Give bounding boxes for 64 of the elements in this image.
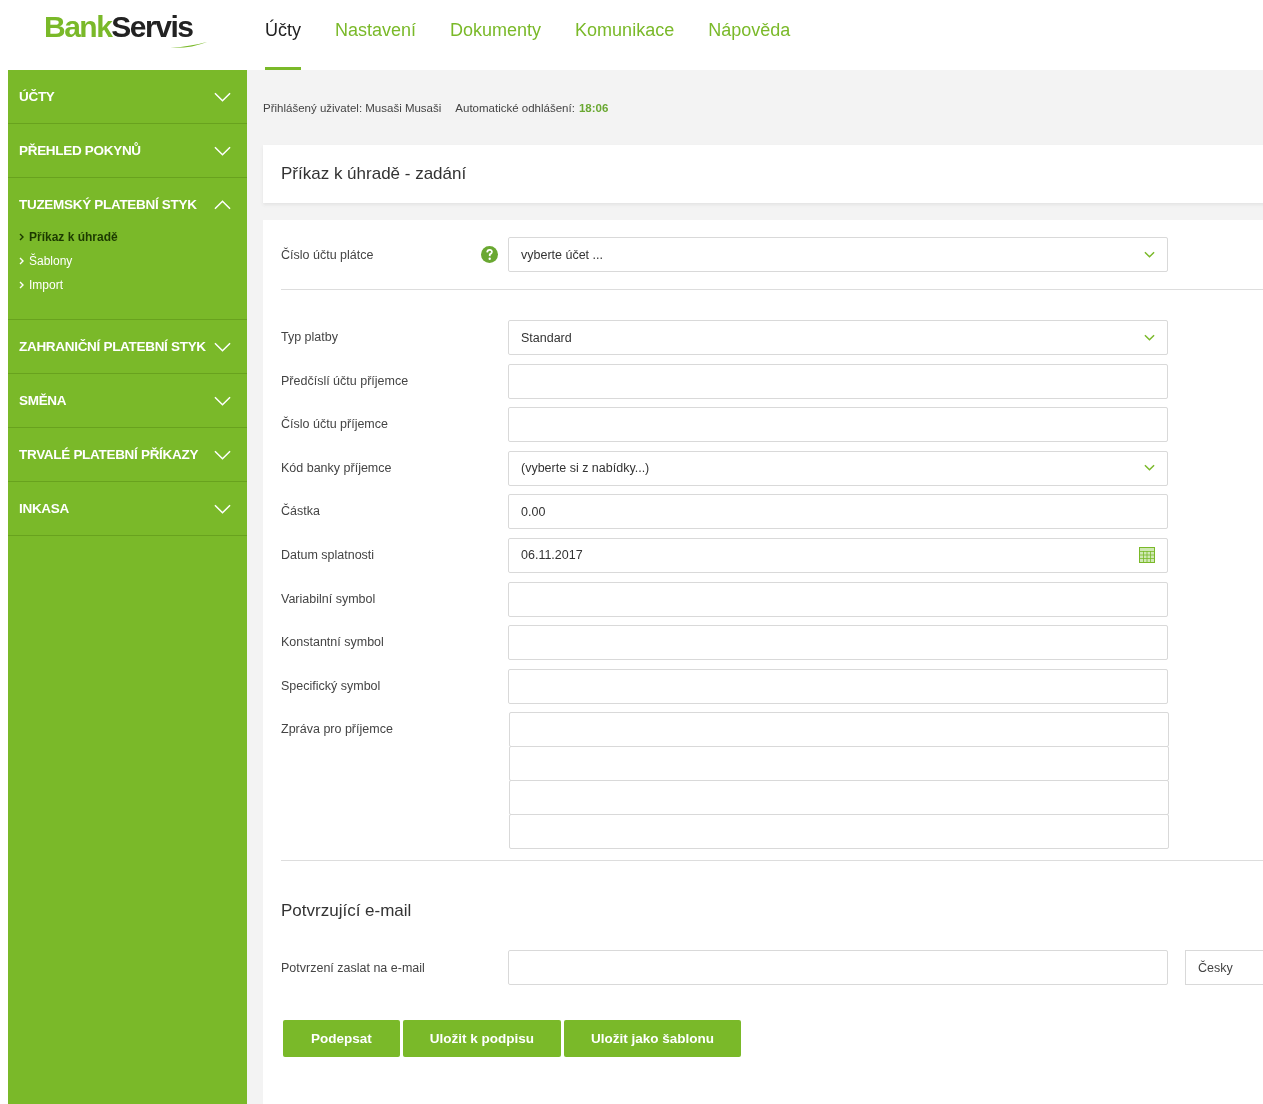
field-label: Typ platby [281, 329, 339, 346]
sidebar-item[interactable]: Šablony [19, 249, 247, 273]
calendar-icon[interactable] [1139, 547, 1155, 564]
sidebar-section[interactable]: PŘEHLED POKYNŮ [8, 124, 247, 177]
section-title: Potvrzující e-mail [281, 901, 413, 922]
text-field[interactable] [508, 363, 1168, 399]
chevron-icon[interactable] [214, 145, 231, 156]
text-field[interactable] [508, 407, 1168, 443]
sidebar-section[interactable]: ZAHRANIČNÍ PLATEBNÍ STYK [8, 320, 247, 373]
select-field[interactable]: Standard [508, 320, 1168, 355]
field-label: Zpráva pro příjemce [281, 721, 394, 739]
action-button[interactable]: Podepsat [283, 1020, 400, 1058]
select-field[interactable]: vyberte účet ... [508, 237, 1168, 272]
field-label: Předčíslí účtu příjemce [281, 372, 410, 390]
nav-tab[interactable]: Nápověda [708, 20, 791, 70]
text-field[interactable] [508, 581, 1168, 617]
sidebar-item[interactable]: Import [19, 273, 247, 297]
text-field[interactable]: 0.00 [508, 494, 1168, 530]
select-field[interactable]: (vyberte si z nabídky...) [508, 450, 1168, 486]
chevron-icon[interactable] [214, 341, 231, 352]
chevron-icon[interactable] [214, 91, 231, 102]
logout-label: Automatické odhlášení: [455, 101, 575, 114]
chevron-icon[interactable] [214, 395, 231, 406]
field-label: Číslo účtu příjemce [281, 415, 389, 434]
nav-tab[interactable]: Komunikace [575, 20, 675, 70]
chevron-icon[interactable] [214, 503, 231, 514]
field-label: Konstantní symbol [281, 634, 385, 652]
chevron-icon [1144, 464, 1155, 473]
message-line-field[interactable] [509, 814, 1169, 850]
sidebar-section[interactable]: ÚČTY [8, 70, 247, 123]
message-line-field[interactable] [509, 780, 1169, 816]
logo[interactable]: BankServis [44, 10, 234, 50]
chevron-icon [19, 233, 24, 241]
chevron-icon[interactable] [214, 449, 231, 460]
field-label: Kód banky příjemce [281, 459, 393, 477]
chevron-icon [19, 281, 24, 289]
nav-tab[interactable]: Nastavení [335, 20, 417, 70]
logout-time: 18:06 [578, 101, 609, 114]
nav-tab[interactable]: Dokumenty [450, 20, 542, 70]
user-label: Přihlášený uživatel: Musaši Musaši [263, 101, 442, 114]
field-label: Datum splatnosti [281, 546, 376, 564]
chevron-icon [1144, 333, 1155, 342]
message-line-field[interactable] [509, 712, 1169, 748]
field-label: Částka [281, 502, 321, 521]
chevron-icon [1144, 250, 1155, 259]
action-button[interactable]: Uložit jako šablonu [564, 1020, 742, 1058]
date-field[interactable]: 06.11.2017 [508, 537, 1168, 573]
chevron-icon [19, 257, 24, 265]
help-icon[interactable] [481, 246, 498, 263]
text-field[interactable] [508, 668, 1168, 704]
sidebar-section[interactable]: SMĚNA [8, 374, 247, 427]
language-select[interactable]: Česky [1185, 950, 1263, 986]
chevron-icon[interactable] [214, 199, 231, 210]
field-label: Číslo účtu plátce [281, 247, 375, 262]
field-label: Potvrzení zaslat na e-mail [281, 960, 426, 975]
action-button[interactable]: Uložit k podpisu [402, 1020, 561, 1058]
message-line-field[interactable] [509, 746, 1169, 782]
text-field[interactable] [508, 625, 1168, 661]
email-field[interactable] [508, 950, 1168, 986]
field-label: Variabilní symbol [281, 590, 377, 608]
field-label: Specifický symbol [281, 677, 382, 695]
sidebar-section[interactable]: INKASA [8, 482, 247, 535]
form-title: Příkaz k úhradě - zadání [281, 164, 467, 184]
sidebar-section[interactable]: TRVALÉ PLATEBNÍ PŘÍKAZY [8, 428, 247, 481]
